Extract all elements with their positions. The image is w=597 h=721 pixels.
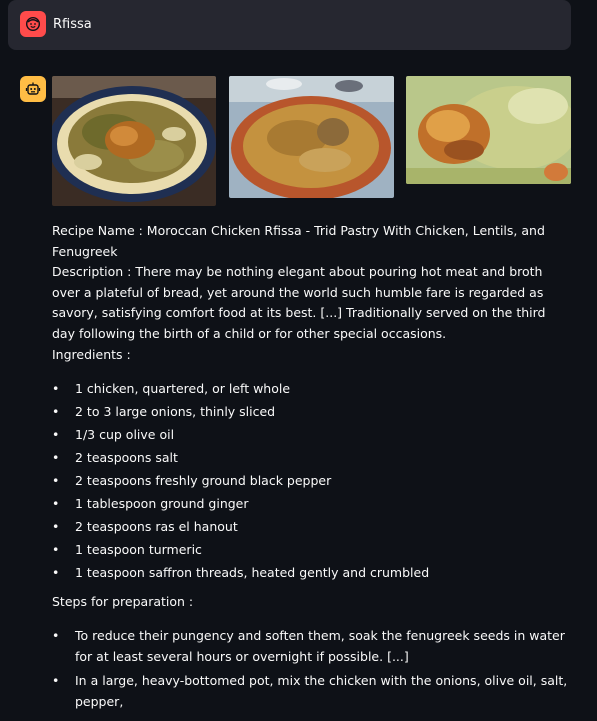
rfissa-dish-photo-3 (406, 76, 571, 184)
ingredients-list: 1 chicken, quartered, or left whole 2 to… (52, 379, 572, 583)
assistant-avatar (20, 76, 46, 102)
recipe-name-label: Recipe Name : (52, 223, 147, 238)
ingredient-item: 1 tablespoon ground ginger (52, 494, 572, 515)
robot-face-icon (25, 82, 41, 95)
ingredient-item: 1/3 cup olive oil (52, 425, 572, 446)
user-message-text: Rfissa (53, 17, 92, 32)
step-item: In a large, heavy-bottomed pot, mix the … (52, 671, 572, 712)
recipe-description-label: Description : (52, 264, 136, 280)
recipe-content: Recipe Name : Moroccan Chicken Rfissa - … (52, 221, 572, 721)
recipe-name-line: Recipe Name : Moroccan Chicken Rfissa - … (52, 221, 572, 262)
recipe-description-line: Description : There may be nothing elega… (52, 262, 572, 344)
ingredient-item: 2 teaspoons ras el hanout (52, 517, 572, 538)
ingredient-item: 2 to 3 large onions, thinly sliced (52, 402, 572, 423)
ingredient-item: 2 teaspoons freshly ground black pepper (52, 471, 572, 492)
step-item: To reduce their pungency and soften them… (52, 626, 572, 667)
user-message: Rfissa (8, 0, 571, 50)
ingredient-item: 2 teaspoons salt (52, 448, 572, 469)
ingredients-heading: Ingredients : (52, 346, 131, 362)
user-avatar (20, 11, 46, 37)
smiling-face-icon (25, 16, 41, 32)
rfissa-dish-photo-2 (229, 76, 394, 198)
ingredient-item: 1 chicken, quartered, or left whole (52, 379, 572, 400)
steps-list: To reduce their pungency and soften them… (52, 626, 572, 712)
ingredient-item: 1 teaspoon saffron threads, heated gentl… (52, 563, 572, 584)
rfissa-dish-photo-1 (52, 76, 216, 206)
ingredient-item: 1 teaspoon turmeric (52, 540, 572, 561)
steps-heading: Steps for preparation : (52, 593, 194, 609)
